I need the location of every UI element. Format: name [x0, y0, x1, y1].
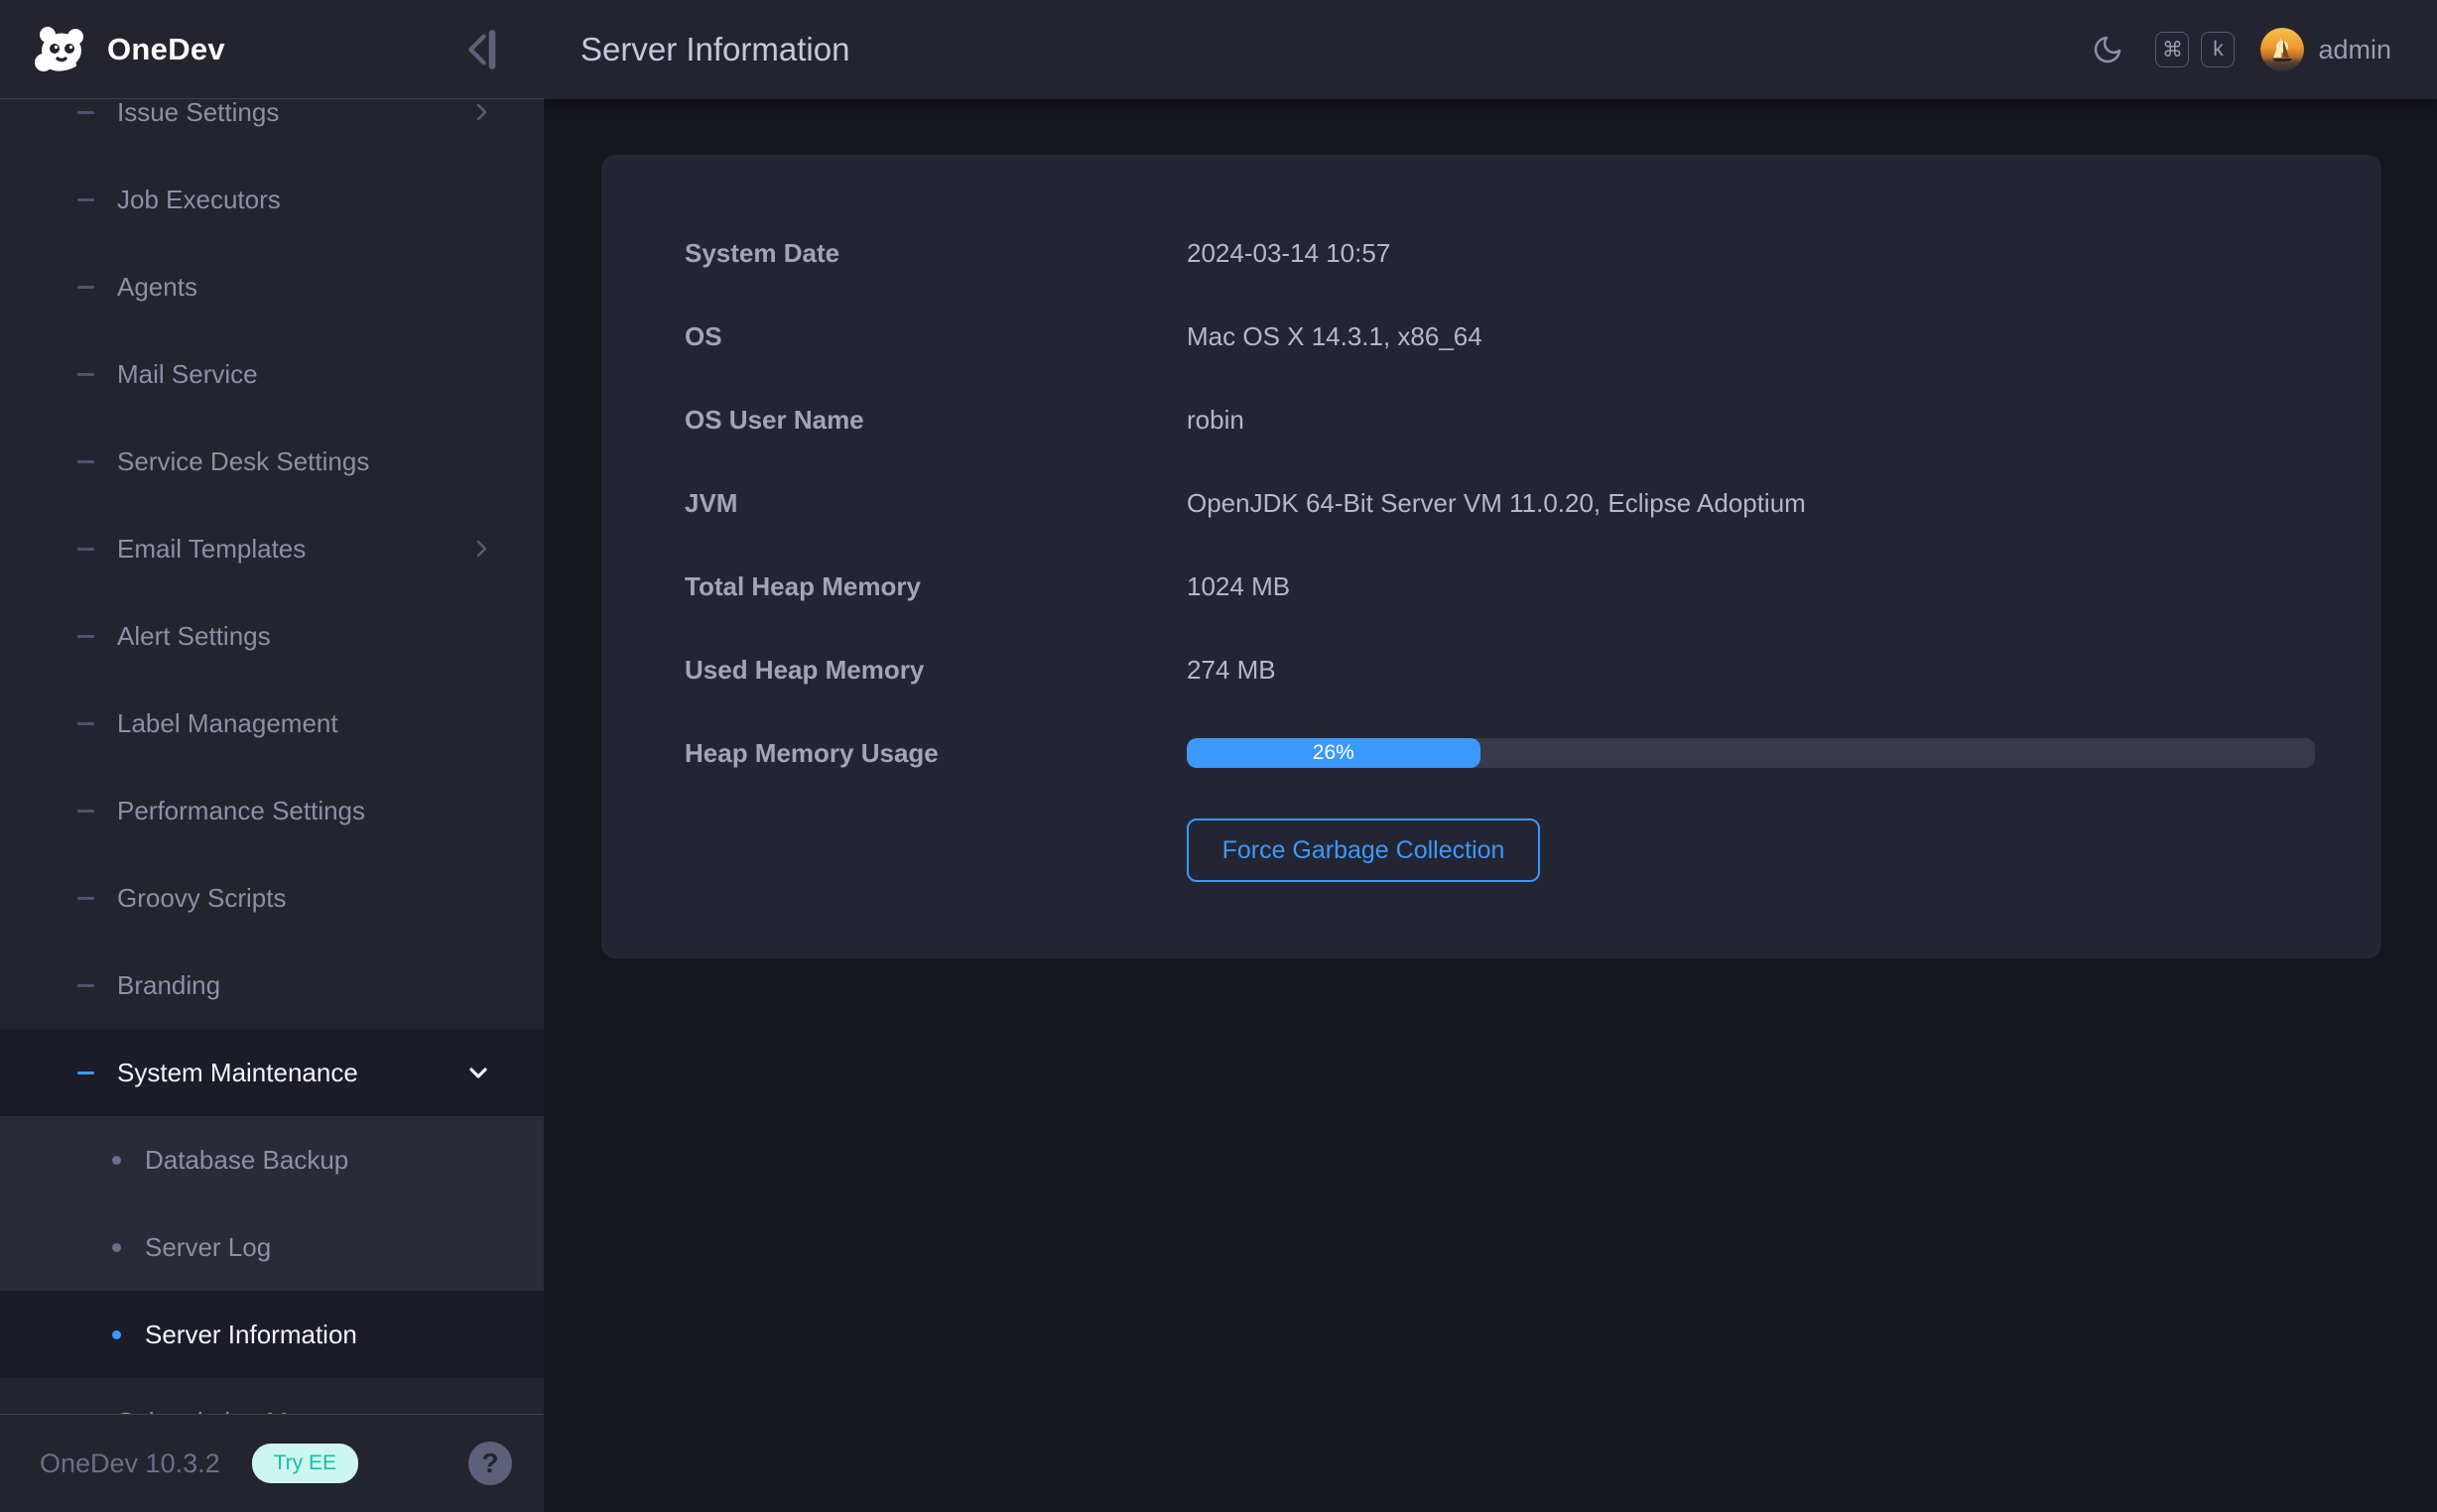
version-text: OneDev 10.3.2: [40, 1449, 220, 1479]
sidebar-item-label: Groovy Scripts: [117, 883, 287, 914]
info-value: 1024 MB: [1187, 571, 1290, 602]
sidebar-item-system-maintenance[interactable]: System Maintenance: [0, 1029, 544, 1116]
chevron-right-icon: [470, 101, 492, 123]
heap-usage-fill: 26%: [1187, 738, 1480, 768]
info-value: robin: [1187, 405, 1244, 436]
page-title: Server Information: [580, 31, 849, 68]
sidebar-item-server-log[interactable]: Server Log: [0, 1203, 544, 1291]
sidebar-item-branding[interactable]: Branding: [0, 942, 544, 1029]
info-row: OS Mac OS X 14.3.1, x86_64: [685, 295, 2315, 378]
dash-icon: [77, 373, 94, 376]
info-label: OS User Name: [685, 405, 1187, 436]
heap-usage-percent: 26%: [1313, 741, 1354, 764]
sidebar-item-groovy-scripts[interactable]: Groovy Scripts: [0, 854, 544, 942]
heap-usage-track: 26%: [1187, 738, 2315, 768]
sidebar-menu: Issue Settings Job Executors Agent: [0, 68, 544, 1465]
info-label: Used Heap Memory: [685, 655, 1187, 686]
info-label: JVM: [685, 488, 1187, 519]
info-label: Heap Memory Usage: [685, 738, 1187, 769]
sidebar-item-label: Service Desk Settings: [117, 446, 369, 477]
keyboard-shortcut-k[interactable]: k: [2201, 32, 2235, 67]
dash-icon: [77, 810, 94, 813]
info-value: 274 MB: [1187, 655, 1276, 686]
dash-icon: [77, 460, 94, 463]
info-row: System Date 2024-03-14 10:57: [685, 211, 2315, 295]
help-button[interactable]: ?: [468, 1442, 512, 1485]
sidebar: Issue Settings Job Executors Agent: [0, 0, 544, 1512]
username[interactable]: admin: [2318, 35, 2391, 65]
sidebar-item-label: Alert Settings: [117, 621, 271, 652]
avatar[interactable]: [2260, 28, 2304, 71]
dash-icon: [77, 286, 94, 289]
bullet-icon: [112, 1330, 121, 1339]
question-icon: ?: [481, 1448, 498, 1479]
info-label: Total Heap Memory: [685, 571, 1187, 602]
collapse-sidebar-button[interactable]: [460, 28, 504, 71]
sidebar-item-label: Database Backup: [145, 1145, 348, 1176]
info-row: Used Heap Memory 274 MB: [685, 628, 2315, 711]
dash-icon: [77, 722, 94, 725]
gc-button-row: Force Garbage Collection: [685, 819, 2315, 882]
dash-icon: [77, 548, 94, 551]
sidebar-item-label: Performance Settings: [117, 796, 365, 826]
info-row: OS User Name robin: [685, 378, 2315, 461]
sidebar-item-database-backup[interactable]: Database Backup: [0, 1116, 544, 1203]
sidebar-item-label: Email Templates: [117, 534, 306, 565]
bullet-icon: [112, 1243, 121, 1252]
sidebar-item-label: Mail Service: [117, 359, 258, 390]
dash-icon: [77, 198, 94, 201]
sidebar-footer: OneDev 10.3.2 Try EE ?: [0, 1414, 544, 1512]
dash-icon: [77, 111, 94, 114]
sidebar-item-label: Issue Settings: [117, 97, 279, 128]
brand-name[interactable]: OneDev: [107, 32, 225, 67]
sidebar-item-email-templates[interactable]: Email Templates: [0, 505, 544, 592]
try-ee-badge[interactable]: Try EE: [252, 1444, 358, 1483]
info-value: 2024-03-14 10:57: [1187, 238, 1390, 269]
heap-usage-row: Heap Memory Usage 26%: [685, 711, 2315, 795]
sidebar-item-service-desk-settings[interactable]: Service Desk Settings: [0, 418, 544, 505]
keyboard-shortcut-cmd[interactable]: ⌘: [2155, 32, 2189, 67]
onedev-logo-icon: [32, 21, 89, 78]
sidebar-item-label: System Maintenance: [117, 1058, 358, 1088]
dash-icon: [77, 897, 94, 900]
sidebar-item-label-management[interactable]: Label Management: [0, 680, 544, 767]
sidebar-item-mail-service[interactable]: Mail Service: [0, 330, 544, 418]
sidebar-item-performance-settings[interactable]: Performance Settings: [0, 767, 544, 854]
sidebar-item-label: Label Management: [117, 708, 338, 739]
dash-icon: [77, 1071, 94, 1074]
moon-icon: [2092, 34, 2123, 65]
dash-icon: [77, 635, 94, 638]
chevron-down-icon: [464, 1059, 492, 1086]
main-content: System Date 2024-03-14 10:57 OS Mac OS X…: [544, 99, 2437, 1512]
info-row: JVM OpenJDK 64-Bit Server VM 11.0.20, Ec…: [685, 461, 2315, 545]
chevron-left-bar-icon: [462, 28, 502, 71]
sidebar-item-label: Job Executors: [117, 185, 281, 215]
info-row: Total Heap Memory 1024 MB: [685, 545, 2315, 628]
info-value: Mac OS X 14.3.1, x86_64: [1187, 321, 1482, 352]
info-label: OS: [685, 321, 1187, 352]
sidebar-item-alert-settings[interactable]: Alert Settings: [0, 592, 544, 680]
dark-mode-toggle[interactable]: [2092, 34, 2123, 65]
server-info-card: System Date 2024-03-14 10:57 OS Mac OS X…: [601, 155, 2381, 958]
sidebar-item-label: Branding: [117, 970, 220, 1001]
sidebar-item-agents[interactable]: Agents: [0, 243, 544, 330]
info-label: System Date: [685, 238, 1187, 269]
topbar-actions: ⌘ k admin: [2092, 28, 2391, 71]
bullet-icon: [112, 1156, 121, 1165]
sidebar-header: OneDev: [0, 0, 544, 99]
sidebar-item-server-information[interactable]: Server Information: [0, 1291, 544, 1378]
sidebar-item-label: Server Information: [145, 1320, 357, 1350]
server-info-rows: System Date 2024-03-14 10:57 OS Mac OS X…: [685, 211, 2315, 711]
info-value: OpenJDK 64-Bit Server VM 11.0.20, Eclips…: [1187, 488, 1806, 519]
topbar: Server Information ⌘ k: [544, 0, 2437, 99]
force-gc-button[interactable]: Force Garbage Collection: [1187, 819, 1540, 882]
sidebar-item-label: Server Log: [145, 1232, 271, 1263]
system-maintenance-submenu: Database Backup Server Log Server: [0, 1116, 544, 1378]
sidebar-item-job-executors[interactable]: Job Executors: [0, 156, 544, 243]
chevron-right-icon: [470, 538, 492, 560]
sidebar-item-label: Agents: [117, 272, 197, 303]
heap-usage-bar: 26%: [1187, 738, 2315, 768]
dash-icon: [77, 984, 94, 987]
